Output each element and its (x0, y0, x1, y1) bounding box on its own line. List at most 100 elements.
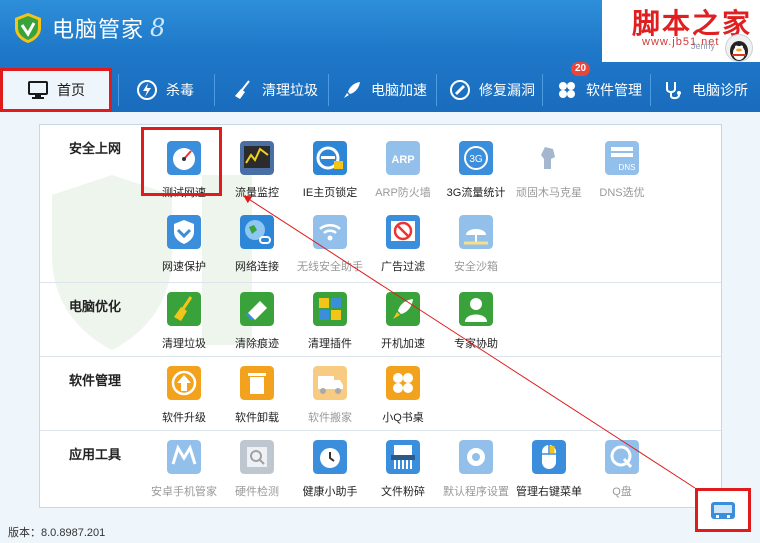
tool-label: DNS选优 (599, 187, 645, 199)
eraser-icon (240, 292, 274, 326)
tool-arp-firewall[interactable]: ARP ARP防火墙 (367, 141, 439, 200)
tab-clean-junk[interactable]: 清理垃圾 (232, 68, 318, 112)
toolbox-icon (711, 502, 735, 519)
ad-filter-icon (386, 215, 420, 249)
monitor-icon (28, 81, 48, 99)
tool-context-menu[interactable]: 管理右键菜单 (513, 440, 585, 499)
section-title: 软件管理 (69, 373, 122, 388)
tool-wifi-assistant[interactable]: 无线安全助手 (294, 215, 366, 274)
lightning-shield-icon (137, 80, 157, 100)
tool-dns-optimize[interactable]: DNS DNS选优 (586, 141, 658, 200)
tool-q-disk[interactable]: Q盘 (586, 440, 658, 499)
apps-icon (559, 82, 575, 98)
tool-health-assistant[interactable]: 健康小助手 (294, 440, 366, 499)
tool-file-shredder[interactable]: 文件粉碎 (367, 440, 439, 499)
avatar[interactable] (725, 34, 753, 62)
sandbox-icon (459, 215, 493, 249)
tab-home[interactable]: 首页 (0, 68, 112, 112)
shield-logo-icon (15, 13, 41, 43)
tool-q-desk[interactable]: 小Q书桌 (367, 366, 439, 425)
ie-lock-icon (313, 141, 347, 175)
tab-software-mgr[interactable]: 20 软件管理 (556, 62, 642, 112)
mouse-icon (532, 440, 566, 474)
tool-label: 无线安全助手 (297, 261, 363, 273)
tab-antivirus[interactable]: 杀毒 (136, 68, 194, 112)
section-title: 安全上网 (69, 141, 122, 156)
dns-icon: DNS (605, 141, 639, 175)
tool-3g-stats[interactable]: 3G 3G流量统计 (440, 141, 512, 200)
alarm-clock-icon (313, 440, 347, 474)
nav-divider (436, 74, 437, 106)
tool-speed-protect[interactable]: 网速保护 (148, 215, 220, 274)
main-nav: 首页 杀毒 清理垃圾 电脑加速 修复漏洞 20 软件管理 电脑诊所 (0, 62, 760, 112)
tool-trojan-killer[interactable]: 顽固木马克星 (513, 141, 585, 200)
tool-label: IE主页锁定 (302, 187, 358, 199)
section-title: 电脑优化 (69, 299, 122, 314)
tool-label: ARP防火墙 (375, 187, 431, 199)
tool-label: 顽固木马克星 (516, 187, 582, 199)
tool-clear-traces[interactable]: 清除痕迹 (221, 292, 293, 351)
broom-icon (167, 292, 201, 326)
tool-network-connect[interactable]: 网络连接 (221, 215, 293, 274)
section-title: 应用工具 (69, 447, 122, 462)
shield-check-icon (167, 215, 201, 249)
clover-icon (386, 366, 420, 400)
tool-clean-plugins[interactable]: 清理插件 (294, 292, 366, 351)
tool-traffic-monitor[interactable]: 流量监控 (221, 141, 293, 200)
puzzle-icon (313, 292, 347, 326)
user-name: Jenny (691, 41, 716, 51)
tool-expert-help[interactable]: 专家协助 (440, 292, 512, 351)
globe-link-icon (240, 215, 274, 249)
tool-label: 软件卸载 (235, 412, 279, 424)
tab-speedup[interactable]: 电脑加速 (341, 68, 427, 112)
tool-label: 流量监控 (235, 187, 279, 199)
qdisk-icon (605, 440, 639, 474)
nav-divider (542, 74, 543, 106)
trash-icon (240, 366, 274, 400)
trojan-horse-icon (532, 141, 566, 175)
tool-software-move[interactable]: 软件搬家 (294, 366, 366, 425)
3g-icon: 3G (459, 141, 493, 175)
tab-clean-junk-label: 清理垃圾 (262, 82, 318, 98)
rocket-icon (344, 82, 360, 98)
tool-label: 清理插件 (308, 338, 352, 350)
android-manager-icon (167, 440, 201, 474)
tab-pc-clinic[interactable]: 电脑诊所 (662, 68, 748, 112)
stethoscope-icon (666, 82, 681, 100)
tool-hardware-check[interactable]: 硬件检测 (221, 440, 293, 499)
tool-label: 硬件检测 (235, 486, 279, 498)
tool-label: 管理右键菜单 (516, 486, 582, 498)
tab-fix-vuln[interactable]: 修复漏洞 (449, 68, 535, 112)
tool-software-uninstall[interactable]: 软件卸载 (221, 366, 293, 425)
app-title: 电脑管家 (52, 17, 145, 42)
nav-divider (328, 74, 329, 106)
tool-label: Q盘 (612, 486, 632, 498)
tab-antivirus-label: 杀毒 (166, 82, 194, 98)
tool-boot-speedup[interactable]: 开机加速 (367, 292, 439, 351)
tool-label: 网络连接 (235, 261, 279, 273)
corner-toolbox-button[interactable] (695, 488, 751, 532)
tab-speedup-label: 电脑加速 (371, 82, 427, 98)
tool-ad-filter[interactable]: 广告过滤 (367, 215, 439, 274)
broom-icon (235, 80, 250, 99)
nav-divider (214, 74, 215, 106)
tool-clean-junk[interactable]: 清理垃圾 (148, 292, 220, 351)
svg-text:DNS: DNS (619, 163, 636, 172)
tool-label: 开机加速 (381, 338, 425, 350)
nav-divider (118, 74, 119, 106)
tool-label: 清除痕迹 (235, 338, 279, 350)
tab-home-label: 首页 (57, 82, 85, 98)
tool-ie-homepage-lock[interactable]: IE主页锁定 (294, 141, 366, 200)
tool-software-upgrade[interactable]: 软件升级 (148, 366, 220, 425)
expert-icon (459, 292, 493, 326)
tool-android-manager[interactable]: 安卓手机管家 (148, 440, 220, 499)
tool-sandbox[interactable]: 安全沙箱 (440, 215, 512, 274)
wifi-icon (313, 215, 347, 249)
tool-default-programs[interactable]: 默认程序设置 (440, 440, 512, 499)
tab-fix-vuln-label: 修复漏洞 (479, 82, 535, 98)
app-header: 电脑管家 8 脚本之家 www.jb51.net Jenny 首页 杀毒 清理垃… (0, 0, 760, 112)
tool-label: 小Q书桌 (382, 412, 424, 424)
brand: 电脑管家 8 (14, 10, 165, 46)
speed-test-highlight (141, 127, 222, 196)
upgrade-icon (167, 366, 201, 400)
